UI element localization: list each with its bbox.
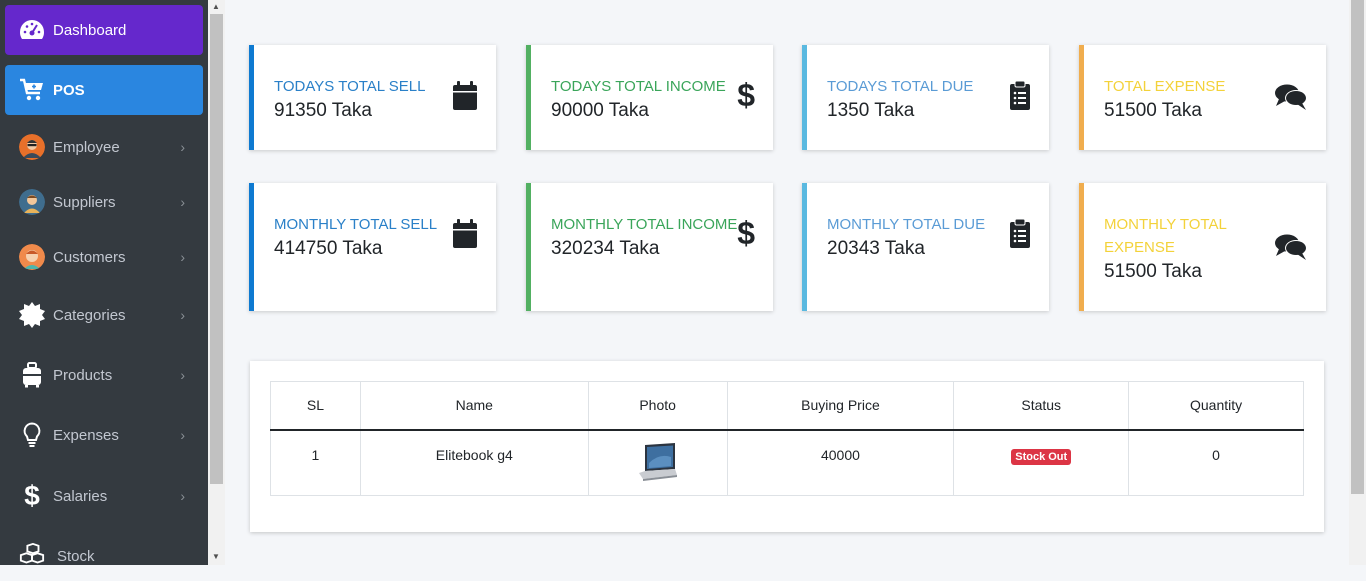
scroll-up-arrow-icon[interactable]: ▲ (212, 2, 220, 11)
calendar-icon (452, 219, 478, 254)
employee-avatar (19, 134, 45, 160)
sidebar-item-label: Products (53, 366, 113, 384)
sidebar-item-label: Stock (57, 547, 95, 565)
cell-photo (587, 429, 728, 496)
cell-name: Elitebook g4 (359, 429, 589, 496)
sidebar-item-dashboard[interactable]: Dashboard (5, 5, 203, 55)
card-value: 20343 Taka (827, 238, 925, 259)
cell-buying-price: 40000 (726, 429, 955, 496)
comments-icon (1274, 83, 1308, 116)
customer-avatar (19, 244, 45, 270)
sidebar-item-categories[interactable]: Categories › (5, 290, 203, 340)
card-total-expense: TOTAL EXPENSE 51500 Taka (1079, 45, 1326, 150)
sidebar-item-customers[interactable]: Customers › (5, 232, 203, 282)
sidebar-item-label: Employee (53, 138, 120, 156)
card-monthly-total-due: MONTHLY TOTAL DUE 20343 Taka (802, 183, 1049, 311)
sidebar-item-suppliers[interactable]: Suppliers › (5, 177, 203, 227)
card-label: MONTHLY TOTAL INCOME (551, 216, 738, 233)
column-header-quantity: Quantity (1128, 381, 1304, 431)
sidebar-item-label: POS (53, 81, 85, 99)
card-todays-total-income: TODAYS TOTAL INCOME 90000 Taka $ (526, 45, 773, 150)
card-value: 51500 Taka (1104, 261, 1202, 282)
lightbulb-icon (19, 422, 45, 448)
dollar-icon: $ (737, 215, 755, 251)
cell-sl: 1 (270, 429, 361, 496)
sidebar: Dashboard POS Employee › Suppliers › Cus… (0, 0, 208, 565)
sidebar-item-label: Suppliers (53, 193, 116, 211)
clipboard-icon (1009, 218, 1031, 254)
chevron-right-icon: › (180, 139, 185, 155)
sidebar-item-stock[interactable]: Stock (5, 531, 203, 581)
suitcase-icon (19, 362, 45, 388)
sidebar-item-products[interactable]: Products › (5, 350, 203, 400)
chevron-right-icon: › (180, 367, 185, 383)
table-row: 1 Elitebook g4 40000 Stock Out 0 (270, 429, 1304, 496)
badge-icon (19, 302, 45, 328)
card-value: 1350 Taka (827, 100, 915, 121)
card-todays-total-sell: TODAYS TOTAL SELL 91350 Taka (249, 45, 496, 150)
supplier-avatar (19, 189, 45, 215)
card-label: TODAYS TOTAL SELL (274, 78, 426, 95)
cell-status: Stock Out (953, 429, 1130, 496)
chevron-right-icon: › (180, 427, 185, 443)
card-todays-total-due: TODAYS TOTAL DUE 1350 Taka (802, 45, 1049, 150)
sidebar-item-label: Dashboard (53, 21, 127, 39)
dollar-icon: $ (737, 77, 755, 113)
column-header-photo: Photo (587, 381, 728, 431)
column-header-buying-price: Buying Price (726, 381, 955, 431)
stock-table-panel: SL Name Photo Buying Price Status Quanti… (250, 361, 1324, 532)
sidebar-item-pos[interactable]: POS (5, 65, 203, 115)
chevron-right-icon: › (180, 249, 185, 265)
card-label: TODAYS TOTAL DUE (827, 78, 974, 95)
comments-icon (1274, 233, 1308, 266)
column-header-status: Status (953, 381, 1130, 431)
card-value: 91350 Taka (274, 100, 372, 121)
scroll-down-arrow-icon[interactable]: ▼ (212, 552, 220, 561)
sidebar-item-label: Customers (53, 248, 126, 266)
tachometer-icon (19, 17, 45, 43)
cell-quantity: 0 (1128, 429, 1304, 496)
laptop-image (637, 442, 679, 484)
column-header-sl: SL (270, 381, 361, 431)
scrollbar-thumb[interactable] (1351, 0, 1364, 494)
sidebar-scrollbar[interactable]: ▲ ▼ (208, 0, 225, 565)
chevron-right-icon: › (180, 488, 185, 504)
card-value: 90000 Taka (551, 100, 649, 121)
cubes-icon (19, 543, 45, 569)
card-label: TOTAL EXPENSE (1104, 78, 1226, 95)
card-monthly-total-expense: MONTHLY TOTAL EXPENSE 51500 Taka (1079, 183, 1326, 311)
card-value: 414750 Taka (274, 238, 383, 259)
chevron-right-icon: › (180, 194, 185, 210)
sidebar-item-salaries[interactable]: $ Salaries › (5, 471, 203, 521)
sidebar-item-label: Expenses (53, 426, 119, 444)
stock-table: SL Name Photo Buying Price Status Quanti… (270, 381, 1304, 496)
dollar-icon: $ (24, 480, 40, 511)
card-label: TODAYS TOTAL INCOME (551, 78, 726, 95)
card-label: MONTHLY TOTAL EXPENSE (1104, 216, 1227, 256)
card-value: 320234 Taka (551, 238, 660, 259)
page-scrollbar[interactable] (1349, 0, 1366, 565)
cart-icon (19, 77, 45, 103)
card-label: MONTHLY TOTAL DUE (827, 216, 986, 233)
sidebar-item-expenses[interactable]: Expenses › (5, 410, 203, 460)
column-header-name: Name (359, 381, 589, 431)
clipboard-icon (1009, 80, 1031, 116)
sidebar-item-label: Categories (53, 306, 126, 324)
sidebar-item-employee[interactable]: Employee › (5, 122, 203, 172)
status-badge: Stock Out (1011, 448, 1072, 465)
sidebar-item-label: Salaries (53, 487, 108, 505)
card-value: 51500 Taka (1104, 100, 1202, 121)
chevron-right-icon: › (180, 307, 185, 323)
table-header-row: SL Name Photo Buying Price Status Quanti… (270, 381, 1304, 431)
card-monthly-total-sell: MONTHLY TOTAL SELL 414750 Taka (249, 183, 496, 311)
card-monthly-total-income: MONTHLY TOTAL INCOME 320234 Taka $ (526, 183, 773, 311)
calendar-icon (452, 81, 478, 116)
scrollbar-thumb[interactable] (210, 14, 223, 484)
card-label: MONTHLY TOTAL SELL (274, 216, 438, 233)
